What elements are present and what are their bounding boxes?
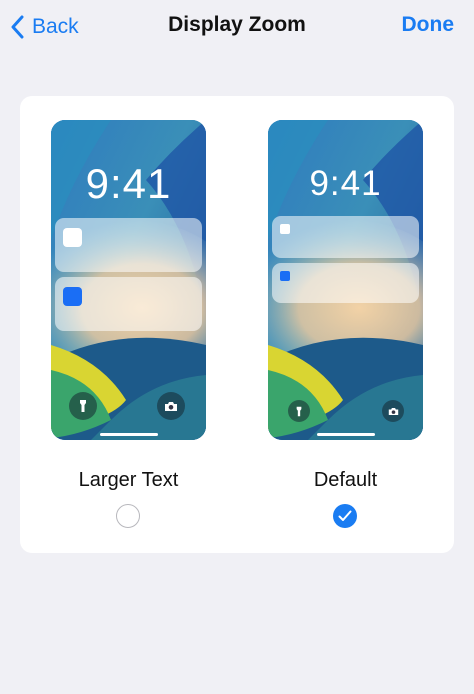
- app-icon: [63, 228, 82, 247]
- app-icon: [280, 224, 290, 234]
- zoom-options-card: 9:41 Larger Text 9:41 Default: [20, 96, 454, 553]
- app-icon: [63, 287, 82, 306]
- lock-screen-time: 9:41: [309, 164, 382, 203]
- checkmark-icon: [338, 510, 352, 521]
- notification-preview: [55, 277, 202, 331]
- notification-preview: [55, 218, 202, 272]
- notification-preview: [272, 216, 419, 258]
- camera-icon: [382, 400, 404, 422]
- lock-screen-time: 9:41: [85, 160, 172, 207]
- navigation-bar: Back Display Zoom Done: [0, 0, 474, 56]
- camera-icon: [157, 392, 185, 420]
- option-larger-text[interactable]: 9:41 Larger Text: [20, 96, 237, 553]
- app-icon: [280, 271, 290, 281]
- flashlight-icon: [69, 392, 97, 420]
- option-default[interactable]: 9:41 Default: [237, 96, 454, 553]
- done-button[interactable]: Done: [402, 13, 455, 37]
- phone-preview: 9:41: [51, 120, 206, 440]
- home-indicator: [317, 433, 375, 436]
- flashlight-icon: [288, 400, 310, 422]
- radio-button-unselected[interactable]: [116, 504, 140, 528]
- option-label: Default: [313, 469, 378, 491]
- radio-button-selected[interactable]: [333, 504, 357, 528]
- phone-preview: 9:41: [268, 120, 423, 440]
- option-label: Larger Text: [78, 469, 179, 491]
- home-indicator: [100, 433, 158, 436]
- notification-preview: [272, 263, 419, 303]
